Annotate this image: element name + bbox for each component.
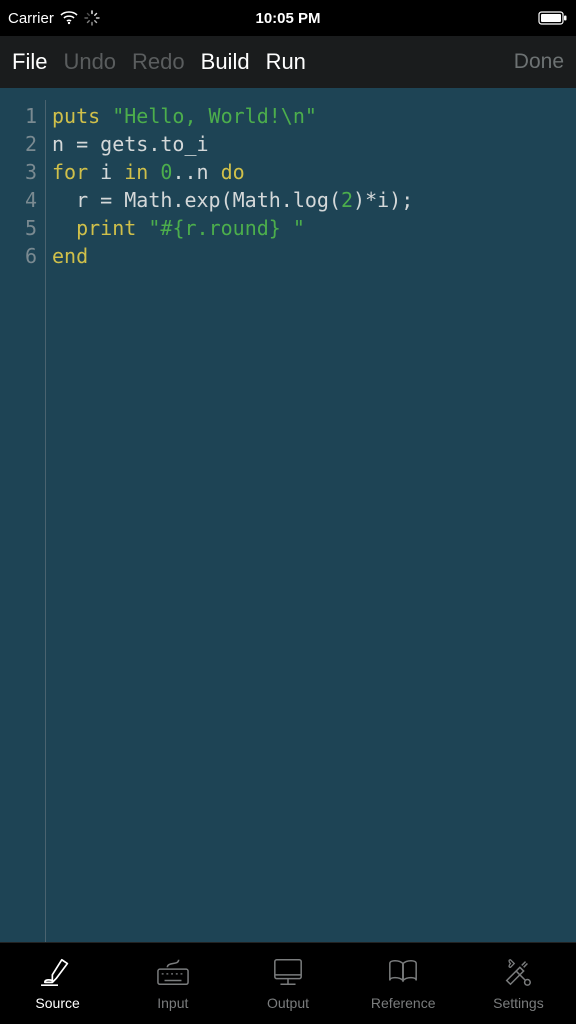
done-button[interactable]: Done	[514, 50, 564, 74]
tab-output[interactable]: Output	[230, 943, 345, 1024]
tab-input[interactable]: Input	[115, 943, 230, 1024]
code-line[interactable]: r = Math.exp(Math.log(2)*i);	[52, 186, 413, 214]
status-left: Carrier	[8, 10, 100, 27]
tab-label: Output	[267, 995, 309, 1011]
battery-icon	[538, 11, 568, 25]
line-number: 2	[0, 130, 37, 158]
status-right	[538, 11, 568, 25]
status-bar: Carrier	[0, 0, 576, 36]
line-number: 3	[0, 158, 37, 186]
loading-spinner-icon	[84, 10, 100, 26]
code-line[interactable]: end	[52, 242, 413, 270]
undo-button[interactable]: Undo	[63, 49, 116, 75]
code-line[interactable]: puts "Hello, World!\n"	[52, 102, 413, 130]
tab-label: Reference	[371, 995, 436, 1011]
code-line[interactable]: print "#{r.round} "	[52, 214, 413, 242]
code-line[interactable]: n = gets.to_i	[52, 130, 413, 158]
tab-label: Settings	[493, 995, 544, 1011]
status-time: 10:05 PM	[255, 10, 320, 27]
code-editor[interactable]: 123456 puts "Hello, World!\n"n = gets.to…	[0, 88, 576, 942]
line-gutter: 123456	[0, 100, 46, 942]
tab-bar: Source Input Output	[0, 942, 576, 1024]
toolbar: File Undo Redo Build Run Done	[0, 36, 576, 88]
carrier-label: Carrier	[8, 10, 54, 27]
source-icon	[39, 956, 77, 991]
code-area[interactable]: puts "Hello, World!\n"n = gets.to_ifor i…	[46, 100, 413, 942]
tab-label: Source	[35, 995, 79, 1011]
tab-label: Input	[157, 995, 188, 1011]
line-number: 6	[0, 242, 37, 270]
book-icon	[384, 956, 422, 991]
line-number: 1	[0, 102, 37, 130]
tab-settings[interactable]: Settings	[461, 943, 576, 1024]
tab-reference[interactable]: Reference	[346, 943, 461, 1024]
wifi-icon	[60, 11, 78, 25]
monitor-icon	[269, 956, 307, 991]
run-button[interactable]: Run	[266, 49, 306, 75]
keyboard-icon	[154, 956, 192, 991]
line-number: 5	[0, 214, 37, 242]
tools-icon	[499, 956, 537, 991]
file-menu[interactable]: File	[12, 49, 47, 75]
redo-button[interactable]: Redo	[132, 49, 185, 75]
build-button[interactable]: Build	[201, 49, 250, 75]
tab-source[interactable]: Source	[0, 943, 115, 1024]
line-number: 4	[0, 186, 37, 214]
code-line[interactable]: for i in 0..n do	[52, 158, 413, 186]
